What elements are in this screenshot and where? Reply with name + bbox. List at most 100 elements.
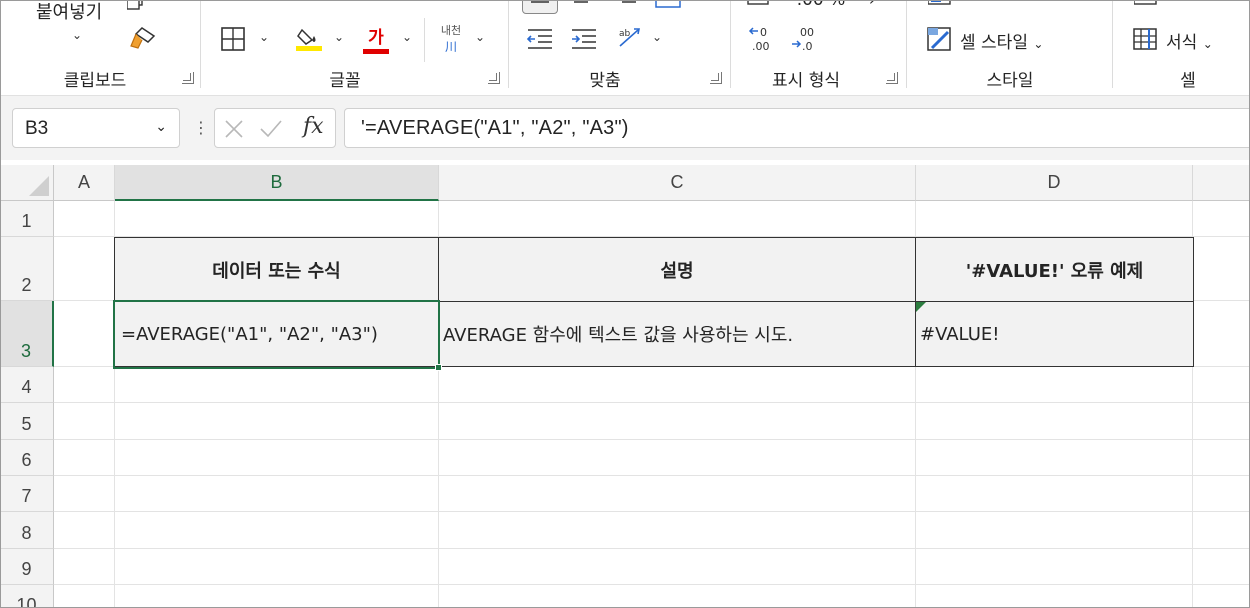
row-header-8[interactable]: 8: [0, 512, 54, 549]
orientation-dropdown-icon[interactable]: ⌄: [652, 30, 662, 44]
decrease-indent-icon[interactable]: [526, 26, 554, 52]
row-header-4[interactable]: 4: [0, 367, 54, 403]
cell-d3-value: #VALUE!: [920, 323, 1000, 345]
column-header-e[interactable]: [1193, 165, 1250, 201]
cancel-entry-icon[interactable]: [223, 118, 245, 140]
align-top-button[interactable]: [522, 0, 558, 14]
delete-cells-icon[interactable]: [1134, 0, 1184, 10]
group-label-font: 글꼴: [329, 71, 361, 91]
fill-color-icon[interactable]: [294, 24, 324, 54]
conditional-formatting-icon[interactable]: [928, 0, 1008, 10]
align-bottom-icon[interactable]: [618, 0, 640, 10]
gridline: [54, 439, 1250, 440]
confirm-entry-icon[interactable]: [259, 118, 283, 140]
cell-c3-value: AVERAGE 함수에 텍스트 값을 사용하는 시도.: [443, 325, 794, 346]
formula-bar: B3 ⌄ ⋮ fx '=AVERAGE("A1", "A2", "A3"): [0, 96, 1250, 160]
row-header-5[interactable]: 5: [0, 403, 54, 440]
group-label-alignment: 맞춤: [589, 71, 621, 91]
cell-styles-button[interactable]: 셀 스타일 ⌄: [960, 28, 1043, 53]
comma-style-icon[interactable]: ›: [864, 0, 880, 9]
name-box-value: B3: [25, 118, 49, 139]
row-header-7[interactable]: 7: [0, 476, 54, 512]
accounting-format-icon[interactable]: [746, 0, 772, 10]
fill-color-dropdown-icon[interactable]: ⌄: [334, 30, 344, 44]
paste-button[interactable]: 붙여넣기: [36, 0, 102, 24]
wrap-text-icon[interactable]: [654, 0, 682, 10]
error-indicator-icon[interactable]: [916, 302, 926, 312]
svg-text:.0: .0: [802, 40, 813, 53]
cell-c3[interactable]: AVERAGE 함수에 텍스트 값을 사용하는 시도.: [439, 302, 916, 366]
worksheet-grid[interactable]: A B C D 1 2 3 4 5 6 7 8 9 10: [0, 160, 1250, 608]
column-header-a[interactable]: A: [54, 165, 115, 201]
format-painter-icon[interactable]: [128, 26, 158, 52]
gridline: [54, 511, 1250, 512]
format-cells-icon[interactable]: [1132, 26, 1160, 52]
group-label-styles: 스타일: [986, 71, 1034, 91]
column-header-b[interactable]: B: [115, 165, 439, 201]
row-header-2[interactable]: 2: [0, 237, 54, 301]
cell-d2[interactable]: '#VALUE!' 오류 예제: [916, 238, 1193, 302]
fill-handle[interactable]: [435, 364, 442, 371]
group-divider: [906, 0, 907, 88]
paste-dropdown-chevron-icon[interactable]: ⌄: [72, 28, 82, 42]
svg-text:ab: ab: [619, 29, 631, 39]
gridline: [54, 475, 1250, 476]
row-header-9[interactable]: 9: [0, 549, 54, 585]
row-header-3[interactable]: 3: [0, 301, 54, 367]
column-header-c[interactable]: C: [439, 165, 916, 201]
font-launcher-icon[interactable]: [488, 72, 500, 84]
clipboard-launcher-icon[interactable]: [182, 72, 194, 84]
cell-b3-value: =AVERAGE("A1", "A2", "A3"): [121, 323, 378, 345]
font-color-dropdown-icon[interactable]: ⌄: [402, 30, 412, 44]
gridline: [54, 402, 1250, 403]
font-color-icon[interactable]: 가: [362, 22, 390, 54]
table-header-error-example: '#VALUE!' 오류 예제: [965, 260, 1144, 282]
format-label: 서식: [1166, 33, 1198, 53]
copy-icon[interactable]: [127, 0, 145, 10]
align-middle-icon[interactable]: [570, 0, 592, 10]
insert-function-button[interactable]: fx: [303, 114, 324, 139]
svg-text:0: 0: [760, 26, 767, 39]
alignment-launcher-icon[interactable]: [710, 72, 722, 84]
formula-text: '=AVERAGE("A1", "A2", "A3"): [361, 117, 629, 139]
paste-label: 붙여넣기: [36, 2, 103, 23]
divider: [424, 18, 425, 62]
font-color-glyph: 가: [368, 27, 384, 48]
row-header-10[interactable]: 10: [0, 585, 54, 608]
format-button[interactable]: 서식 ⌄: [1166, 28, 1213, 53]
phonetic-dropdown-icon[interactable]: ⌄: [475, 30, 485, 44]
number-launcher-icon[interactable]: [886, 72, 898, 84]
more-options-icon[interactable]: ⋮: [193, 118, 209, 137]
phonetic-glyph: 내천: [440, 23, 462, 37]
increase-decimal-icon[interactable]: 0.00: [746, 24, 780, 54]
cell-c2[interactable]: 설명: [439, 238, 916, 302]
borders-icon[interactable]: [220, 26, 246, 52]
cell-d3[interactable]: #VALUE!: [916, 302, 1193, 366]
column-header-d[interactable]: D: [916, 165, 1193, 201]
formula-input[interactable]: '=AVERAGE("A1", "A2", "A3"): [344, 108, 1250, 148]
svg-text:.00: .00: [752, 40, 770, 53]
percent-style-icon[interactable]: .00 %: [796, 0, 846, 10]
group-label-number: 표시 형식: [772, 71, 840, 91]
row-header-1[interactable]: 1: [0, 201, 54, 237]
group-divider: [730, 0, 731, 88]
gridline: [54, 548, 1250, 549]
group-divider: [1112, 0, 1113, 88]
cell-b3[interactable]: =AVERAGE("A1", "A2", "A3"): [115, 302, 439, 366]
borders-dropdown-icon[interactable]: ⌄: [259, 30, 269, 44]
gridline: [54, 584, 1250, 585]
increase-indent-icon[interactable]: [570, 26, 598, 52]
decrease-decimal-icon[interactable]: 00.0: [788, 24, 822, 54]
name-box-dropdown-icon[interactable]: ⌄: [155, 119, 167, 135]
table-header-description: 설명: [660, 260, 694, 282]
phonetic-guide-icon[interactable]: 내천 川: [434, 22, 468, 54]
select-all-button[interactable]: [0, 165, 54, 201]
row-header-6[interactable]: 6: [0, 440, 54, 476]
cell-styles-icon[interactable]: [926, 26, 954, 52]
ribbon: 붙여넣기 ⌄ 클립보드 ⌄ ⌄ 가 ⌄ 내천 川 ⌄ 글꼴 ab ⌄ 맞춤 .0…: [0, 0, 1250, 96]
orientation-icon[interactable]: ab: [616, 24, 646, 52]
table-header-data-or-formula: 데이터 또는 수식: [212, 260, 341, 282]
name-box[interactable]: B3 ⌄: [12, 108, 180, 148]
group-divider: [508, 0, 509, 88]
cell-b2[interactable]: 데이터 또는 수식: [115, 238, 439, 302]
